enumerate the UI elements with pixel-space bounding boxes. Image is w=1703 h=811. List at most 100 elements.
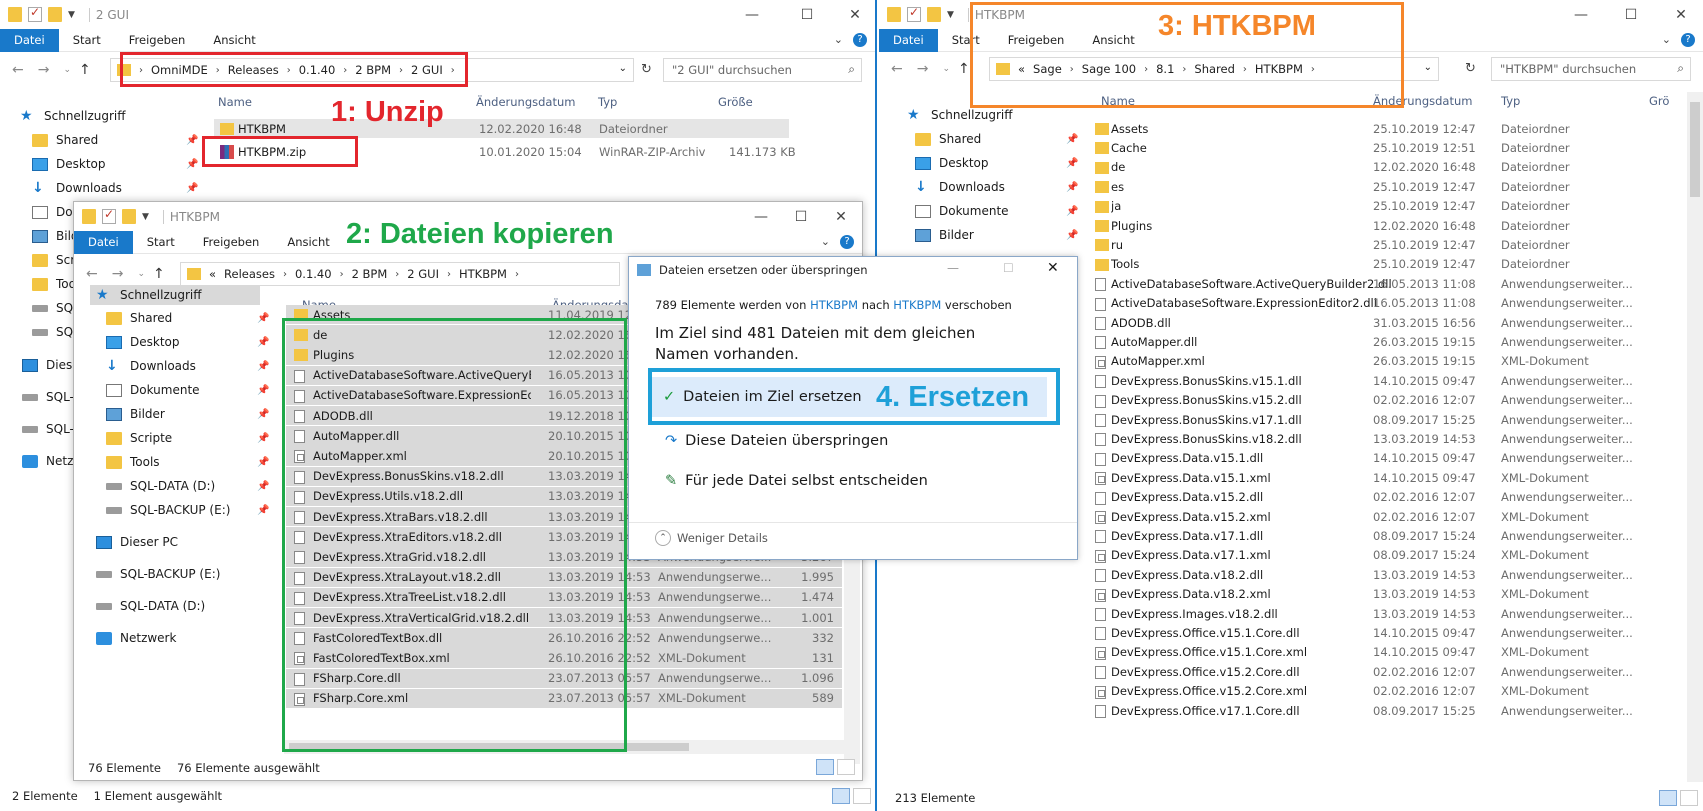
maximize-button[interactable]: ☐ [785, 0, 829, 29]
new-folder-icon[interactable] [927, 7, 941, 22]
file-row[interactable]: DevExpress.Data.v15.2.dll 02.02.2016 12:0… [1089, 488, 1687, 507]
file-row[interactable]: DevExpress.Data.v18.2.dll 13.03.2019 14:5… [1089, 565, 1687, 584]
nav-documents[interactable]: Dokumente [915, 201, 1009, 221]
nav-desktop[interactable]: Desktop [915, 153, 989, 173]
minimize-button[interactable]: — [1559, 0, 1603, 29]
breadcrumb-item[interactable]: 2 GUI [411, 63, 443, 77]
nav-drive-1[interactable]: SQL-I [22, 387, 77, 407]
forward-button[interactable]: → [112, 266, 124, 282]
new-folder-icon[interactable] [122, 209, 136, 224]
nav-network[interactable]: Netzv [22, 451, 80, 471]
address-dropdown-icon[interactable]: ⌄ [1424, 62, 1432, 73]
file-row[interactable]: DevExpress.XtraLayout.v18.2.dll 13.03.201… [286, 567, 842, 587]
vertical-scrollbar[interactable] [1687, 92, 1703, 782]
breadcrumb-item[interactable]: HTKBPM [459, 267, 507, 281]
tab-start[interactable]: Start [938, 29, 994, 52]
skip-files-option[interactable]: ↷ Diese Dateien überspringen [665, 433, 888, 449]
tab-freigeben[interactable]: Freigeben [189, 231, 274, 254]
breadcrumb-overflow[interactable]: « [209, 267, 216, 281]
up-button[interactable]: ↑ [958, 61, 970, 77]
scroll-thumb[interactable] [1690, 102, 1700, 197]
up-button[interactable]: ↑ [153, 266, 165, 282]
breadcrumb-item[interactable]: Releases [228, 63, 279, 77]
nav-desktop[interactable]: Desktop [32, 154, 106, 174]
details-view-button[interactable] [1659, 790, 1677, 806]
file-row[interactable]: AutoMapper.dll 26.03.2015 19:15 Anwendungs… [1089, 332, 1687, 351]
address-bar[interactable]: « Releases › 0.1.40 › 2 BPM › 2 GUI › HTKBPM… [180, 262, 620, 286]
history-dropdown-icon[interactable]: ⌄ [137, 269, 145, 279]
nav-sql-data-drive[interactable]: SQL-DATA (D:) [96, 596, 205, 616]
nav-downloads[interactable]: ↓ Downloads [32, 178, 122, 198]
nav-pictures[interactable]: Bilder [106, 404, 165, 424]
ribbon-expand-icon[interactable]: ⌄ [1662, 33, 1671, 47]
ribbon-expand-icon[interactable]: ⌄ [821, 235, 830, 249]
file-row[interactable]: DevExpress.Office.v15.1.Core.xml 14.10.20… [1089, 643, 1687, 662]
file-row[interactable]: DevExpress.Data.v17.1.xml 08.09.2017 15:2… [1089, 546, 1687, 565]
file-row[interactable]: Assets 25.10.2019 12:47 Dateiordner [1089, 119, 1687, 138]
address-bar[interactable]: › OmniMDE › Releases › 0.1.40 › 2 BPM › 2 GU… [110, 58, 634, 82]
column-name[interactable]: Name [218, 95, 252, 109]
nav-sql-backup-drive[interactable]: SQL-BACKUP (E:) [96, 564, 220, 584]
tab-ansicht[interactable]: Ansicht [1078, 29, 1148, 52]
new-folder-icon[interactable] [48, 7, 62, 22]
nav-sql-data[interactable]: SQL-DATA (D:) [106, 476, 215, 496]
details-view-button[interactable] [832, 788, 850, 804]
file-row[interactable]: DevExpress.XtraTreeList.v18.2.dll 13.03.2… [286, 587, 842, 608]
file-row[interactable]: FSharp.Core.dll 23.07.2013 05:57 Anwendung… [286, 668, 842, 688]
column-date[interactable]: Änderungsdatum [476, 95, 575, 109]
address-dropdown-icon[interactable]: ⌄ [619, 63, 627, 74]
breadcrumb-item[interactable]: Sage [1033, 62, 1062, 76]
tab-datei[interactable]: Datei [879, 28, 938, 52]
tab-ansicht[interactable]: Ansicht [273, 231, 343, 254]
file-row[interactable]: ru 25.10.2019 12:47 Dateiordner [1089, 235, 1687, 254]
file-row[interactable]: de 12.02.2020 16:48 Dateiordner [1089, 158, 1687, 177]
nav-shared[interactable]: Shared [915, 129, 981, 149]
file-row[interactable]: DevExpress.BonusSkins.v17.1.dll 08.09.201… [1089, 410, 1687, 429]
file-row[interactable]: DevExpress.Office.v15.2.Core.xml 02.02.20… [1089, 682, 1687, 701]
breadcrumb-item[interactable]: HTKBPM [1255, 62, 1303, 76]
file-row[interactable]: DevExpress.Data.v15.2.xml 02.02.2016 12:0… [1089, 507, 1687, 526]
up-button[interactable]: ↑ [79, 62, 91, 78]
nav-scripts[interactable]: Scripte [106, 428, 172, 448]
back-button[interactable]: ← [12, 62, 24, 78]
file-row[interactable]: FSharp.Core.xml 23.07.2013 05:57 XML-Dokum… [286, 688, 842, 709]
properties-icon[interactable] [102, 207, 116, 224]
file-row[interactable]: DevExpress.Office.v15.2.Core.dll 02.02.20… [1089, 662, 1687, 681]
tab-start[interactable]: Start [133, 231, 189, 254]
file-row[interactable]: FastColoredTextBox.xml 26.10.2016 22:52 XM… [286, 648, 842, 668]
quick-access-dropdown-icon[interactable]: ▼ [947, 10, 954, 20]
quick-access-dropdown-icon[interactable]: ▼ [68, 10, 75, 20]
file-row[interactable]: Cache 25.10.2019 12:51 Dateiordner [1089, 138, 1687, 157]
dialog-maximize-button[interactable]: ☐ [1003, 261, 1014, 275]
breadcrumb-item[interactable]: Releases [224, 267, 275, 281]
breadcrumb-item[interactable]: 2 BPM [355, 63, 391, 77]
file-row[interactable]: es 25.10.2019 12:47 Dateiordner [1089, 177, 1687, 196]
search-input[interactable]: "2 GUI" durchsuchen ⌕ [663, 58, 862, 82]
nav-this-pc[interactable]: Dieser PC [96, 532, 178, 552]
breadcrumb-item[interactable]: 2 GUI [407, 267, 439, 281]
dialog-minimize-button[interactable]: — [947, 261, 959, 275]
breadcrumb-item[interactable]: 0.1.40 [299, 63, 336, 77]
column-date[interactable]: Änderungsdatum [1373, 94, 1472, 108]
minimize-button[interactable]: — [739, 202, 783, 231]
close-button[interactable]: ✕ [1659, 0, 1703, 29]
search-input[interactable]: "HTKBPM" durchsuchen ⌕ [1491, 57, 1691, 81]
less-details-button[interactable]: ⌃ Weniger Details [655, 530, 768, 546]
horizontal-scrollbar[interactable] [284, 740, 844, 754]
file-row[interactable]: ActiveDatabaseSoftware.ExpressionEditor2… [1089, 294, 1687, 313]
file-row[interactable]: DevExpress.Data.v18.2.xml 13.03.2019 14:5… [1089, 585, 1687, 604]
help-icon[interactable]: ? [840, 235, 854, 249]
file-row[interactable]: FastColoredTextBox.dll 26.10.2016 22:52 An… [286, 628, 842, 648]
nav-network[interactable]: Netzwerk [96, 628, 176, 648]
source-link[interactable]: HTKBPM [810, 298, 858, 312]
file-row[interactable]: DevExpress.BonusSkins.v15.1.dll 14.10.201… [1089, 371, 1687, 390]
forward-button[interactable]: → [917, 61, 929, 77]
tab-freigeben[interactable]: Freigeben [115, 29, 200, 52]
nav-quick-access[interactable]: ★ Schnellzugriff [90, 285, 260, 305]
file-row[interactable]: DevExpress.Data.v15.1.dll 14.10.2015 09:4… [1089, 449, 1687, 468]
breadcrumb-item[interactable]: OmniMDE [151, 63, 208, 77]
nav-pictures[interactable]: Bilder [915, 225, 974, 245]
destination-link[interactable]: HTKBPM [893, 298, 941, 312]
history-dropdown-icon[interactable]: ⌄ [63, 65, 71, 75]
tiles-view-button[interactable] [1680, 790, 1698, 806]
